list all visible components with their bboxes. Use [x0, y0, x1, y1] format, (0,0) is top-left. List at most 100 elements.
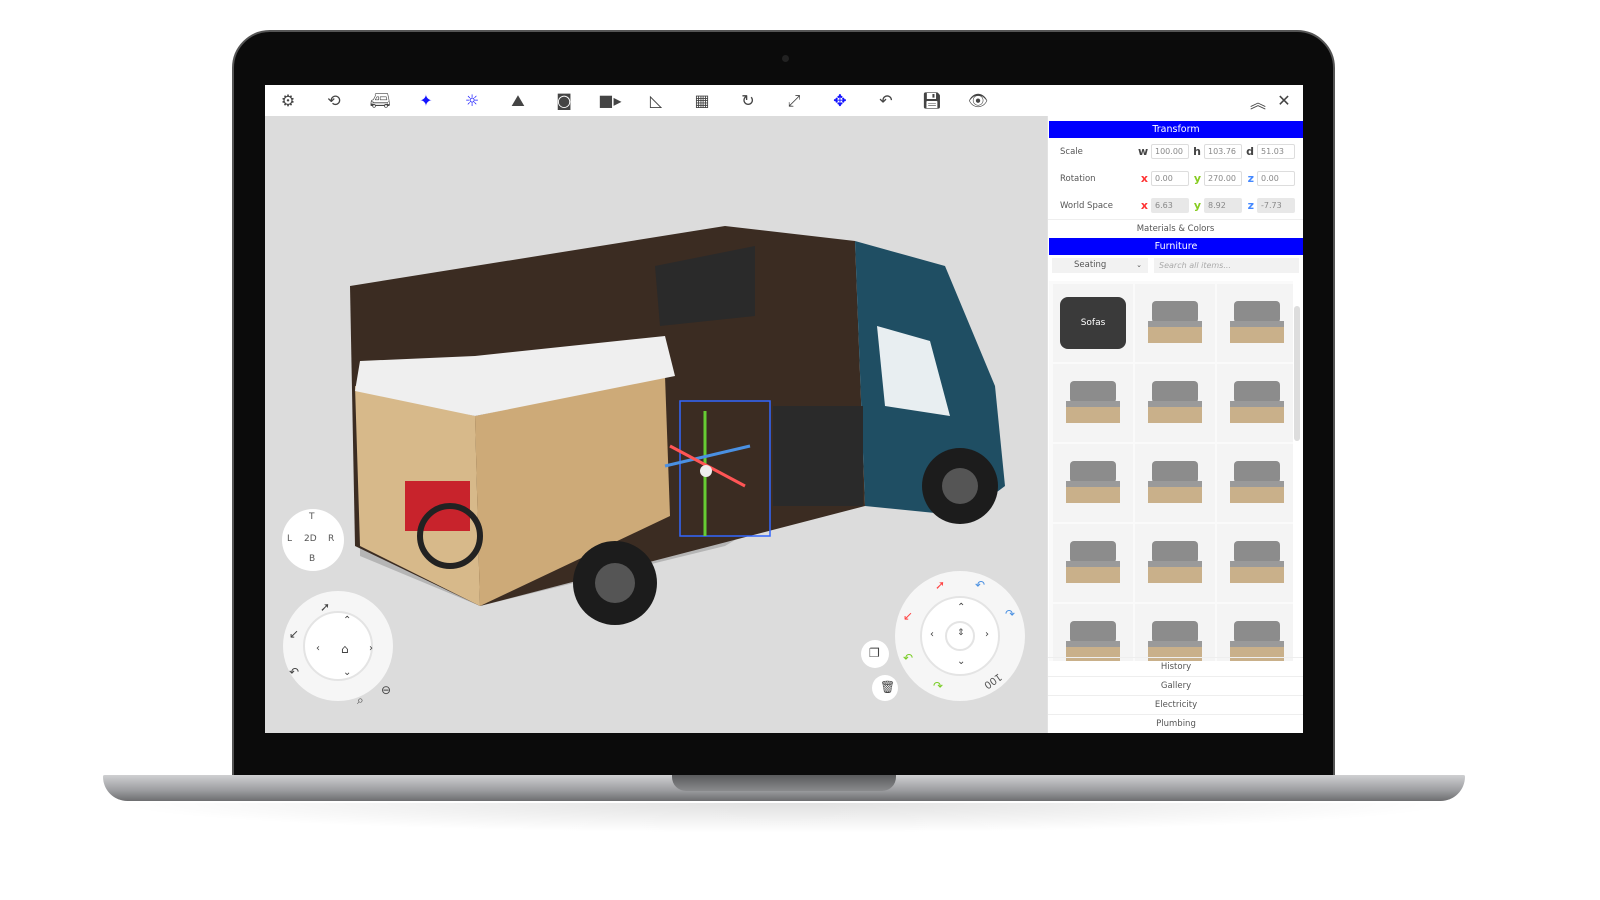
resize-icon[interactable]: ⤢: [771, 85, 817, 116]
grid-icon[interactable]: ▦: [679, 85, 725, 116]
furniture-item[interactable]: [1217, 364, 1293, 442]
furniture-tile-sofas[interactable]: Sofas: [1053, 284, 1133, 362]
view-2d-button[interactable]: 2D: [304, 534, 317, 544]
zoom-in-icon[interactable]: ⌕: [357, 693, 364, 708]
camera-icon[interactable]: ◙: [541, 85, 587, 116]
furniture-item[interactable]: [1217, 604, 1293, 661]
home-icon[interactable]: ⌂: [341, 642, 349, 656]
move-forward-icon[interactable]: ⌃: [957, 602, 965, 613]
furniture-item[interactable]: [1053, 524, 1133, 602]
history-section[interactable]: History: [1048, 657, 1303, 676]
3d-viewport[interactable]: T L 2D R B ➚ ↙ ↶ ⌃ ‹ ⌂ › ⌄ ⌕ ⊖ ❐ 🗑︎ ➚ ↶ …: [265, 116, 1047, 733]
move-back-icon[interactable]: ⌄: [957, 656, 965, 667]
furniture-thumbnail: [1062, 621, 1124, 661]
furniture-item[interactable]: [1053, 364, 1133, 442]
pan-left-icon[interactable]: ‹: [316, 643, 320, 654]
electricity-section[interactable]: Electricity: [1048, 695, 1303, 714]
rotation-y-input[interactable]: 270.00: [1204, 171, 1242, 186]
scale-d-input[interactable]: 51.03: [1257, 144, 1295, 159]
rotate-y-pos-icon[interactable]: ↷: [933, 679, 943, 693]
furniture-item[interactable]: [1053, 604, 1133, 661]
d-label: d: [1246, 145, 1254, 158]
transform-header[interactable]: Transform: [1049, 121, 1303, 138]
h-label: h: [1193, 145, 1201, 158]
furniture-grid: Sofas: [1049, 281, 1293, 661]
search-input[interactable]: Search all items...: [1154, 258, 1299, 273]
undo-icon[interactable]: ↶: [863, 85, 909, 116]
view-right-button[interactable]: R: [328, 534, 334, 544]
pan-up-icon[interactable]: ⌃: [343, 615, 351, 626]
rotate-y-neg-icon[interactable]: ↶: [903, 651, 913, 665]
furniture-item[interactable]: [1217, 284, 1293, 362]
rotate-z-pos-icon[interactable]: ↷: [1005, 607, 1015, 621]
rotate-z-neg-icon[interactable]: ↶: [975, 578, 985, 592]
move-right-icon[interactable]: ›: [985, 629, 989, 640]
z-label: z: [1247, 199, 1254, 212]
furniture-thumbnail: [1144, 621, 1206, 661]
furniture-thumbnail: [1144, 301, 1206, 345]
move-vertical-icon[interactable]: ⇕: [957, 628, 965, 638]
gallery-section[interactable]: Gallery: [1048, 676, 1303, 695]
sparkle-icon[interactable]: ✦: [403, 85, 449, 116]
rotate-x-pos-icon[interactable]: ➚: [935, 578, 945, 592]
furniture-thumbnail: [1144, 541, 1206, 585]
eye-icon[interactable]: 👁︎: [955, 85, 1001, 116]
furniture-thumbnail: [1226, 621, 1288, 661]
furniture-item[interactable]: [1135, 284, 1215, 362]
delete-button[interactable]: 🗑︎: [872, 675, 898, 701]
chevron-double-up-icon[interactable]: ︽: [1245, 85, 1271, 116]
pan-right-icon[interactable]: ›: [369, 643, 373, 654]
rotate-x-neg-icon[interactable]: ↙: [903, 609, 913, 623]
view-cube[interactable]: T L 2D R B: [282, 509, 344, 571]
furniture-item[interactable]: [1135, 604, 1215, 661]
x-label: x: [1140, 172, 1148, 185]
furniture-item[interactable]: [1135, 444, 1215, 522]
world-space-label: World Space: [1060, 200, 1113, 211]
view-left-button[interactable]: L: [287, 534, 292, 544]
orbit-left-icon[interactable]: ↙: [289, 627, 299, 641]
plumbing-section[interactable]: Plumbing: [1048, 714, 1303, 733]
orbit-up-icon[interactable]: ➚: [320, 600, 330, 614]
materials-colors-section[interactable]: Materials & Colors: [1048, 219, 1303, 238]
object-transform-wheel[interactable]: ➚ ↶ ↷ ↙ ↶ ↷ ⌃ ‹ ⇕ › ⌄ 100: [895, 571, 1025, 701]
terrain-icon[interactable]: ⛰︎: [495, 85, 541, 116]
duplicate-button[interactable]: ❐: [861, 640, 889, 668]
scale-h-input[interactable]: 103.76: [1204, 144, 1242, 159]
rotation-z-input[interactable]: 0.00: [1257, 171, 1295, 186]
view-top-button[interactable]: T: [309, 512, 315, 522]
move-left-icon[interactable]: ‹: [930, 629, 934, 640]
scale-w-input[interactable]: 100.00: [1151, 144, 1189, 159]
x-label: x: [1140, 199, 1148, 212]
furniture-item[interactable]: [1135, 524, 1215, 602]
video-icon[interactable]: ■▸: [587, 85, 633, 116]
furniture-item[interactable]: [1217, 444, 1293, 522]
category-value: Seating: [1074, 260, 1107, 270]
furniture-item[interactable]: [1217, 524, 1293, 602]
gear-icon[interactable]: ⚙: [265, 85, 311, 116]
rotation-x-input[interactable]: 0.00: [1151, 171, 1189, 186]
close-icon[interactable]: ✕: [1271, 85, 1297, 116]
move-icon[interactable]: ✥: [817, 85, 863, 116]
furniture-thumbnail: [1062, 461, 1124, 505]
chevron-down-icon: ⌄: [1136, 261, 1142, 269]
furniture-item[interactable]: [1135, 364, 1215, 442]
save-icon[interactable]: 💾︎: [909, 85, 955, 116]
furniture-item[interactable]: [1053, 444, 1133, 522]
furniture-thumbnail: [1226, 461, 1288, 505]
zoom-out-icon[interactable]: ⊖: [381, 683, 391, 697]
world-space-row: World Space x 6.63 y 8.92 z -7.73: [1048, 192, 1303, 219]
category-select[interactable]: Seating ⌄: [1052, 258, 1148, 273]
rotate-view-icon[interactable]: ⟲: [311, 85, 357, 116]
pan-down-icon[interactable]: ⌄: [343, 667, 351, 678]
camera-nav-wheel[interactable]: ➚ ↙ ↶ ⌃ ‹ ⌂ › ⌄ ⌕ ⊖: [283, 591, 393, 707]
app-screen: ⚙ ⟲ 🚐︎ ✦ ☼ ⛰︎ ◙ ■▸ ◺ ▦ ↻ ⤢ ✥ ↶ 💾︎ 👁︎ ︽ ✕: [265, 85, 1303, 733]
scrollbar[interactable]: [1294, 306, 1300, 441]
ruler-icon[interactable]: ◺: [633, 85, 679, 116]
sun-icon[interactable]: ☼: [449, 85, 495, 116]
orbit-back-icon[interactable]: ↶: [289, 665, 299, 679]
furniture-header[interactable]: Furniture: [1049, 238, 1303, 255]
van-icon[interactable]: 🚐︎: [357, 85, 403, 116]
furniture-thumbnail: [1226, 301, 1288, 345]
refresh-icon[interactable]: ↻: [725, 85, 771, 116]
view-bottom-button[interactable]: B: [309, 554, 315, 564]
